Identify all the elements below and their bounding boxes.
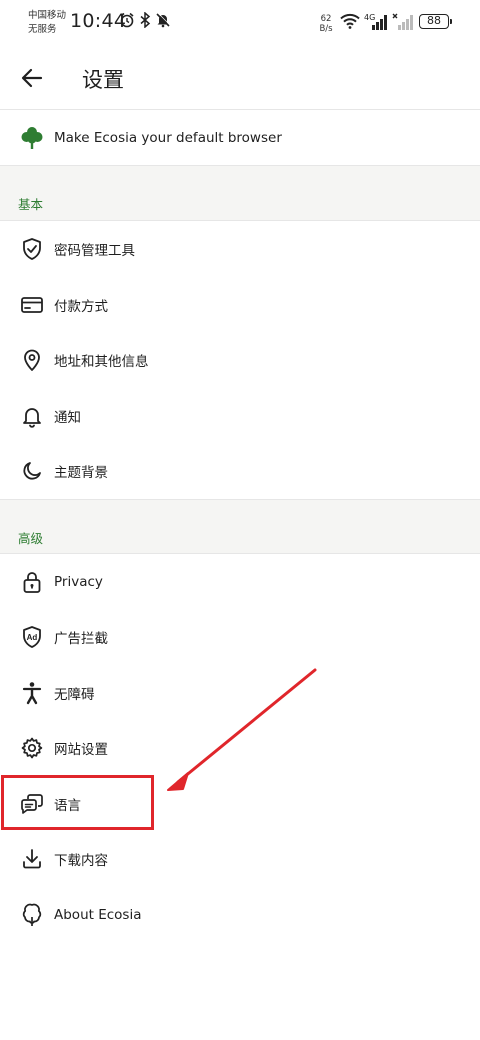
settings-item-notifications[interactable]: 通知 [0,388,480,443]
moon-icon [20,459,44,483]
settings-item-label: 密码管理工具 [54,242,135,259]
network-speed: 62 B/s [316,14,336,34]
page-title: 设置 [82,68,124,92]
settings-item-passwords[interactable]: 密码管理工具 [0,221,480,276]
settings-item-about[interactable]: About Ecosia [0,887,480,942]
settings-item-downloads[interactable]: 下载内容 [0,831,480,886]
carrier-service: 无服务 [28,24,57,35]
settings-item-label: 下载内容 [54,852,108,869]
settings-item-label: Privacy [54,573,103,590]
settings-item-payment[interactable]: 付款方式 [0,277,480,332]
bluetooth-icon [140,12,151,28]
settings-item-privacy[interactable]: Privacy [0,554,480,609]
section-header-basic: 基本 [0,165,480,220]
shield-check-icon [20,237,44,261]
divider [0,165,480,166]
network-speed-unit: B/s [319,24,333,34]
settings-item-label: 无障碍 [54,686,95,703]
wifi-icon [340,13,360,29]
credit-card-icon [20,293,44,317]
settings-item-label: 网站设置 [54,741,108,758]
app-bar: 设置 [0,48,480,108]
section-header-advanced: 高级 [0,499,480,554]
battery-indicator: 88 [419,14,452,29]
download-icon [20,847,44,871]
settings-item-label: 地址和其他信息 [54,353,149,370]
arrow-left-icon [21,68,43,88]
cellular-signal-icon [372,15,387,30]
settings-item-label: About Ecosia [54,906,142,923]
default-browser-label: Make Ecosia your default browser [54,129,282,146]
bell-icon [20,404,44,428]
accessibility-icon [20,681,44,705]
settings-item-label: 通知 [54,409,81,426]
svg-text:Ad: Ad [27,633,38,642]
settings-item-accessibility[interactable]: 无障碍 [0,665,480,720]
network-speed-value: 62 [320,14,332,24]
no-signal-icon [392,13,413,30]
settings-item-site-settings[interactable]: 网站设置 [0,720,480,775]
annotation-highlight-box [1,775,154,830]
back-button[interactable] [14,60,50,96]
carrier-name: 中国移动 [28,10,67,21]
settings-item-label: 付款方式 [54,298,108,315]
settings-item-adblock[interactable]: Ad 广告拦截 [0,609,480,664]
alarm-icon [120,12,134,28]
settings-item-theme[interactable]: 主题背景 [0,443,480,498]
status-time: 10:44 [70,10,127,32]
settings-item-label: 广告拦截 [54,630,108,647]
section-title: 高级 [18,531,44,546]
location-pin-icon [20,348,44,372]
ecosia-tree-icon [20,126,44,150]
settings-item-label: 主题背景 [54,464,108,481]
lock-icon [20,570,44,594]
mute-bell-icon [156,12,171,28]
default-browser-row[interactable]: Make Ecosia your default browser [0,110,480,165]
carrier-info: 中国移动 无服务 [28,9,66,37]
ecosia-tree-outline-icon [20,903,44,927]
divider [0,499,480,500]
settings-item-addresses[interactable]: 地址和其他信息 [0,332,480,387]
status-bar: 中国移动 无服务 10:44 62 B/s 4G 88 [0,0,480,46]
gear-icon [20,736,44,760]
section-title: 基本 [18,197,44,212]
ad-block-icon: Ad [20,625,44,649]
